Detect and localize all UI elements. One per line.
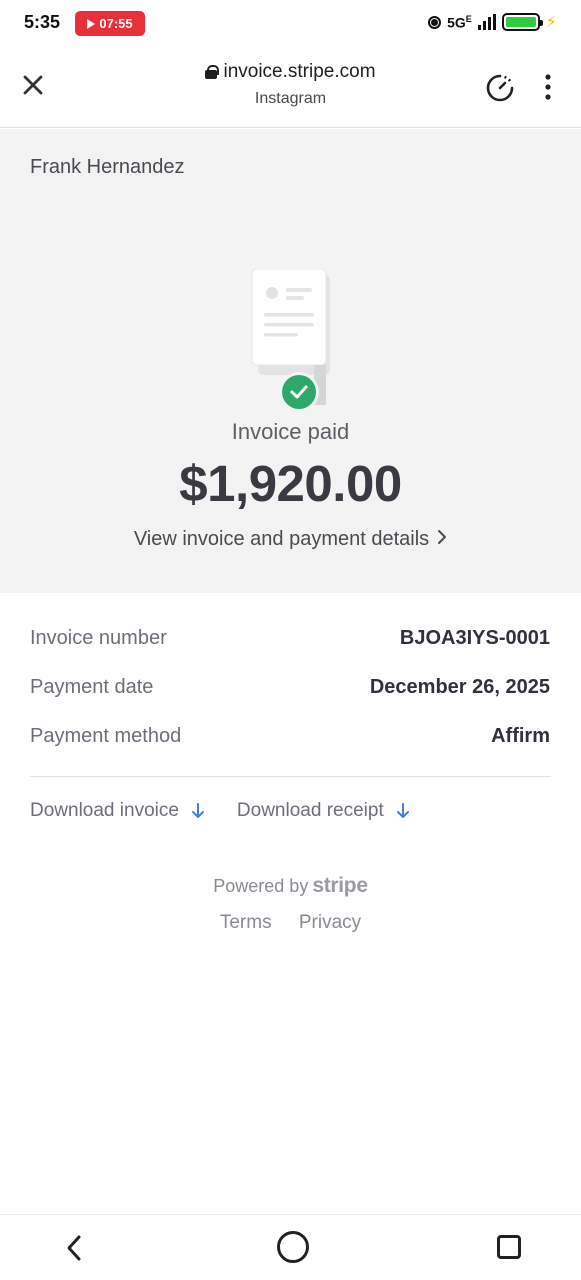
privacy-link[interactable]: Privacy	[299, 912, 361, 933]
download-invoice-button[interactable]: Download invoice	[30, 800, 205, 822]
chevron-right-icon	[437, 528, 447, 551]
detail-label: Payment method	[30, 724, 182, 747]
invoice-hero: Frank Hernandez Invoice paid $1,920.00 V…	[0, 129, 581, 593]
browser-header: invoice.stripe.com Instagram	[0, 46, 581, 128]
play-icon	[87, 18, 96, 29]
network-label: 5G	[447, 14, 466, 31]
invoice-document-icon	[251, 269, 330, 412]
invoice-amount: $1,920.00	[179, 455, 402, 512]
arrow-down-icon	[191, 803, 204, 818]
arrow-down-icon	[396, 803, 409, 818]
detail-label: Payment date	[30, 675, 154, 698]
download-receipt-button[interactable]: Download receipt	[237, 800, 410, 822]
terms-link[interactable]: Terms	[220, 912, 272, 933]
detail-value: BJOA3IYS-0001	[399, 626, 550, 649]
network-type: 5GE	[447, 14, 472, 31]
url-text: invoice.stripe.com	[223, 61, 376, 82]
detail-value: Affirm	[491, 724, 550, 747]
charging-icon: ⚡	[545, 14, 557, 31]
download-receipt-label: Download receipt	[236, 800, 384, 821]
more-vert-icon[interactable]	[540, 72, 556, 102]
record-indicator-icon	[428, 15, 442, 29]
timer-icon[interactable]	[484, 72, 516, 104]
status-time: 5:35	[24, 12, 61, 32]
recents-icon[interactable]	[497, 1235, 521, 1259]
screen-recording-badge[interactable]: 07:55	[75, 11, 145, 36]
powered-by-stripe[interactable]: Powered by stripe	[0, 874, 581, 898]
status-bar: 5:35 07:55 5GE ⚡	[0, 0, 581, 46]
detail-row-invoice-number: Invoice number BJOA3IYS-0001	[30, 623, 550, 653]
detail-value: December 26, 2025	[369, 675, 550, 698]
merchant-name: Frank Hernandez	[30, 156, 185, 178]
view-details-label: View invoice and payment details	[133, 528, 430, 550]
detail-row-payment-date: Payment date December 26, 2025	[30, 672, 550, 702]
url-line: invoice.stripe.com	[205, 61, 376, 83]
download-invoice-label: Download invoice	[30, 800, 179, 821]
lock-icon	[205, 65, 220, 79]
signal-icon	[477, 14, 496, 30]
invoice-status: Invoice paid	[231, 419, 350, 444]
powered-by-label: Powered by	[213, 876, 309, 896]
stripe-logo: stripe	[312, 874, 368, 897]
status-indicators: 5GE ⚡	[428, 12, 557, 32]
home-icon[interactable]	[277, 1231, 309, 1263]
battery-icon	[501, 13, 543, 31]
view-details-link[interactable]: View invoice and payment details	[0, 528, 581, 551]
detail-label: Invoice number	[30, 626, 167, 649]
network-sup: E	[465, 13, 472, 24]
system-nav-bar	[0, 1214, 581, 1280]
back-icon[interactable]	[62, 1233, 86, 1263]
recording-timer: 07:55	[99, 16, 133, 31]
footer-links: Terms Privacy	[0, 912, 581, 934]
divider	[30, 776, 551, 777]
download-links: Download invoice Download receipt	[30, 800, 410, 822]
detail-row-payment-method: Payment method Affirm	[30, 721, 550, 751]
